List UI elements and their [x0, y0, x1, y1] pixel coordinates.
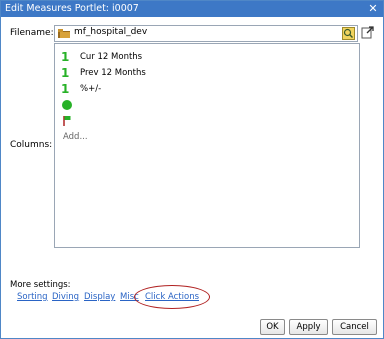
dialog-titlebar[interactable]: Edit Measures Portlet: i0007 ✕: [1, 1, 383, 17]
apply-button[interactable]: Apply: [289, 319, 328, 335]
column-label: Cur 12 Months: [80, 52, 143, 62]
filename-value: mf_hospital_dev: [74, 27, 148, 37]
column-label: Prev 12 Months: [80, 68, 146, 78]
indicator-one-icon: 1: [61, 82, 70, 96]
dialog-title: Edit Measures Portlet: i0007: [5, 3, 139, 14]
open-external-icon[interactable]: [361, 25, 375, 39]
folder-icon: [58, 29, 70, 38]
ok-button[interactable]: OK: [260, 319, 285, 335]
flag-icon: [63, 116, 71, 126]
indicator-one-icon: 1: [61, 66, 70, 80]
columns-list: 1 Cur 12 Months 1 Prev 12 Months 1 %+/- …: [54, 43, 360, 248]
more-settings-label: More settings:: [10, 280, 71, 290]
highlight-annotation: [134, 285, 210, 309]
browse-icon[interactable]: [342, 27, 355, 40]
cancel-button[interactable]: Cancel: [332, 319, 377, 335]
column-label: %+/-: [80, 84, 102, 94]
columns-label: Columns:: [10, 140, 53, 150]
add-column-link[interactable]: Add...: [63, 132, 88, 142]
edit-measures-dialog: Edit Measures Portlet: i0007 ✕ Filename:…: [0, 0, 384, 339]
diving-link[interactable]: Diving: [52, 292, 79, 302]
sorting-link[interactable]: Sorting: [17, 292, 48, 302]
filename-label: Filename:: [10, 28, 54, 38]
display-link[interactable]: Display: [84, 292, 115, 302]
close-icon[interactable]: ✕: [367, 2, 379, 15]
green-dot-icon: [62, 100, 72, 110]
filename-field[interactable]: mf_hospital_dev: [54, 25, 358, 42]
indicator-one-icon: 1: [61, 50, 70, 64]
